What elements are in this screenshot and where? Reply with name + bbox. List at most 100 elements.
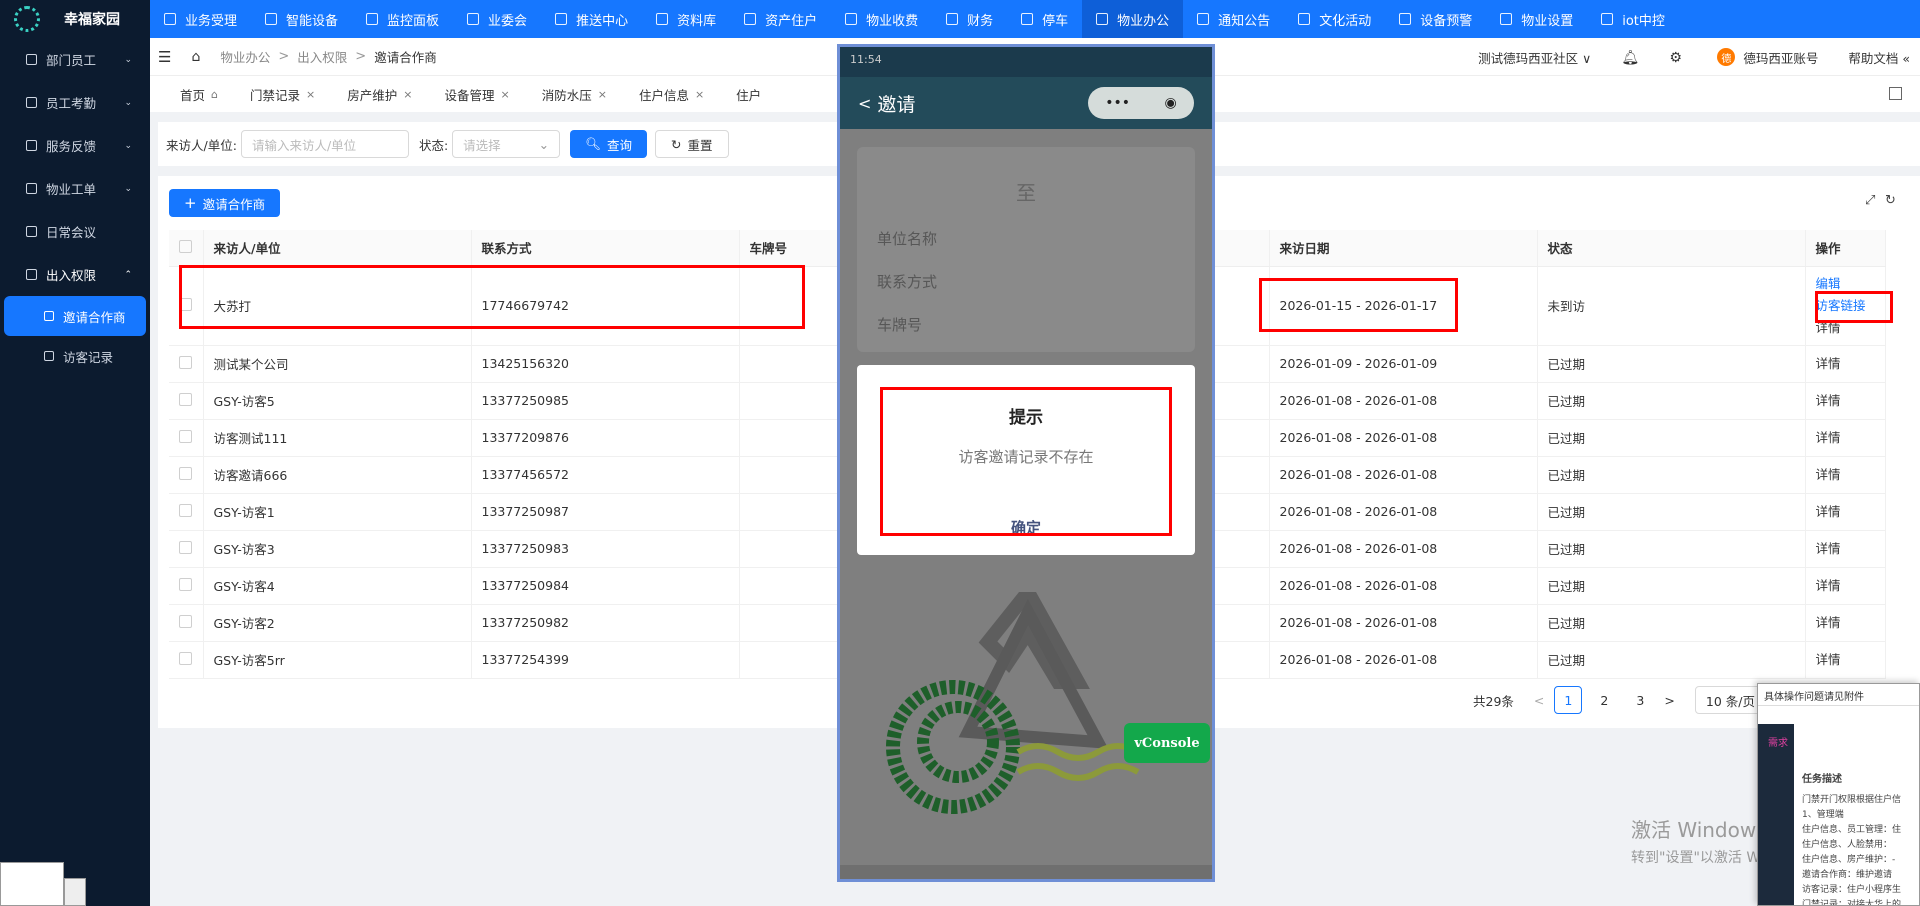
brand[interactable]: 幸福家园 — [0, 0, 150, 38]
cell-status: 已过期 — [1537, 382, 1806, 420]
attachment-header: 具体操作问题请见附件 — [1758, 684, 1919, 706]
attachment-preview[interactable]: 具体操作问题请见附件 需求 任务描述 门禁开门权限根据住户信 1、管理端 住户信息、… — [1757, 683, 1920, 906]
back-arrow-icon[interactable]: < — [858, 94, 871, 113]
close-icon[interactable]: × — [598, 88, 607, 101]
add-partner-button[interactable]: + 邀请合作商 — [169, 189, 281, 217]
action-link[interactable]: 详情 — [1816, 501, 1885, 523]
action-link[interactable]: 详情 — [1816, 390, 1885, 412]
page-2[interactable]: 2 — [1590, 686, 1618, 714]
next-page-icon[interactable]: > — [1664, 693, 1674, 708]
vconsole-button[interactable]: vConsole — [1124, 723, 1210, 763]
reset-button[interactable]: ↻ 重置 — [655, 130, 729, 158]
avatar[interactable]: 德 — [1717, 48, 1736, 66]
top-nav-item[interactable]: 文化活动 — [1284, 0, 1385, 38]
home-icon[interactable]: ⌂ — [211, 88, 218, 101]
action-link[interactable]: 详情 — [1816, 353, 1885, 375]
page-tab[interactable]: 房产维护 × — [337, 85, 434, 104]
top-nav-item[interactable]: 物业设置 — [1486, 0, 1587, 38]
top-nav-item[interactable]: 资产住户 — [730, 0, 831, 38]
top-nav-item[interactable]: 资料库 — [642, 0, 730, 38]
breadcrumb-item[interactable]: 出入权限 — [297, 47, 347, 66]
close-icon[interactable]: × — [500, 88, 509, 101]
page-tab[interactable]: 门禁记录 × — [240, 85, 337, 104]
action-link[interactable]: 详情 — [1816, 612, 1885, 634]
top-nav-item[interactable]: 智能设备 — [251, 0, 352, 38]
home-icon[interactable]: ⌂ — [191, 49, 200, 65]
row-checkbox[interactable] — [179, 540, 192, 554]
top-nav-item[interactable]: 监控面板 — [352, 0, 453, 38]
close-icon[interactable]: × — [306, 88, 315, 101]
row-checkbox[interactable] — [179, 429, 192, 443]
action-link[interactable]: 详情 — [1816, 538, 1885, 560]
page-tab[interactable]: 住户 — [726, 85, 783, 104]
sidebar-item[interactable]: 日常会议 — [0, 210, 150, 253]
query-button[interactable]: 🔍︎ 查询 — [570, 130, 648, 158]
action-link[interactable]: 详情 — [1816, 575, 1885, 597]
top-nav-item[interactable]: 业务受理 — [150, 0, 251, 38]
visitor-input[interactable]: 请输入来访人/单位 — [240, 130, 409, 158]
top-nav-item[interactable]: 财务 — [932, 0, 1007, 38]
sidebar-item[interactable]: 物业工单 ⌄ — [0, 167, 150, 210]
close-icon[interactable]: × — [695, 88, 704, 101]
row-checkbox[interactable] — [179, 651, 192, 665]
top-nav-item[interactable]: 物业办公 — [1082, 0, 1184, 38]
total-count: 共29条 — [1473, 693, 1514, 709]
grid-icon[interactable] — [1889, 87, 1902, 100]
action-link[interactable]: 详情 — [1816, 649, 1885, 671]
row-checkbox[interactable] — [179, 577, 192, 591]
page-tab[interactable]: 消防水压 × — [532, 85, 629, 104]
row-checkbox[interactable] — [179, 355, 192, 369]
page-tab[interactable]: 住户信息 × — [629, 85, 726, 104]
page-tab[interactable]: 设备管理 × — [434, 85, 531, 104]
menu-toggle-icon[interactable]: ☰ — [158, 48, 171, 66]
fullscreen-icon[interactable]: ⤢ — [1865, 193, 1875, 208]
top-nav-item[interactable]: 业委会 — [453, 0, 541, 38]
top-nav-item[interactable]: 通知公告 — [1183, 0, 1284, 38]
page-1[interactable]: 1 — [1554, 686, 1583, 714]
status-select[interactable]: 请选择 ⌄ — [452, 130, 561, 158]
sidebar-subitem[interactable]: 邀请合作商 — [4, 296, 146, 336]
top-nav-item[interactable]: 设备预警 — [1385, 0, 1486, 38]
account-name[interactable]: 德玛西亚账号 — [1743, 48, 1818, 67]
col-phone: 联系方式 — [471, 230, 740, 267]
sidebar-item[interactable]: 部门员工 ⌄ — [0, 38, 150, 81]
cell-status: 已过期 — [1537, 456, 1806, 494]
gear-icon[interactable]: ⚙ — [1669, 50, 1683, 66]
taskbar-thumbnail-secondary[interactable] — [64, 878, 86, 906]
select-all-checkbox[interactable] — [179, 239, 192, 253]
row-checkbox[interactable] — [179, 392, 192, 406]
col-date: 来访日期 — [1269, 230, 1538, 267]
more-icon[interactable]: ••• — [1105, 95, 1130, 111]
top-nav-item[interactable]: 推送中心 — [541, 0, 642, 38]
row-checkbox[interactable] — [179, 466, 192, 480]
action-link[interactable]: 详情 — [1816, 427, 1885, 449]
taskbar-thumbnail[interactable] — [0, 862, 64, 906]
sidebar-subitem[interactable]: 访客记录 — [0, 336, 150, 376]
cell-phone: 13377250984 — [471, 567, 740, 605]
sidebar-item[interactable]: 出入权限 ⌃ — [0, 253, 150, 296]
add-partner-label: 邀请合作商 — [202, 196, 266, 212]
breadcrumb-item[interactable]: 物业办公 — [220, 47, 270, 66]
bell-icon[interactable]: 🔔︎ — [1621, 50, 1639, 66]
page-tab[interactable]: 首页 ⌂ — [170, 85, 240, 104]
sidebar-item[interactable]: 服务反馈 ⌄ — [0, 124, 150, 167]
top-nav-item[interactable]: 物业收费 — [831, 0, 932, 38]
top-nav-label: 物业设置 — [1521, 13, 1574, 29]
row-checkbox[interactable] — [179, 614, 192, 628]
page-3[interactable]: 3 — [1626, 686, 1654, 714]
close-circle-icon[interactable]: ◉ — [1165, 95, 1177, 111]
page-size-select[interactable]: 10 条/页 — [1694, 686, 1766, 714]
close-icon[interactable]: × — [403, 88, 412, 101]
top-nav-item[interactable]: iot中控 — [1587, 0, 1679, 38]
action-link[interactable]: 详情 — [1816, 464, 1885, 486]
sidebar-item[interactable]: 员工考勤 ⌄ — [0, 81, 150, 124]
prev-page-icon[interactable]: < — [1534, 693, 1544, 708]
top-nav-item[interactable]: 停车 — [1007, 0, 1082, 38]
cell-visitor: GSY-访客2 — [203, 604, 472, 642]
row-checkbox[interactable] — [179, 503, 192, 517]
alarm-icon — [1399, 13, 1412, 25]
community-selector[interactable]: 测试德玛西亚社区 ∨ — [1478, 48, 1591, 67]
refresh-icon[interactable]: ↻ — [1885, 193, 1896, 208]
help-docs-link[interactable]: 帮助文档 « — [1848, 48, 1910, 67]
menu-group-icon — [26, 226, 37, 237]
